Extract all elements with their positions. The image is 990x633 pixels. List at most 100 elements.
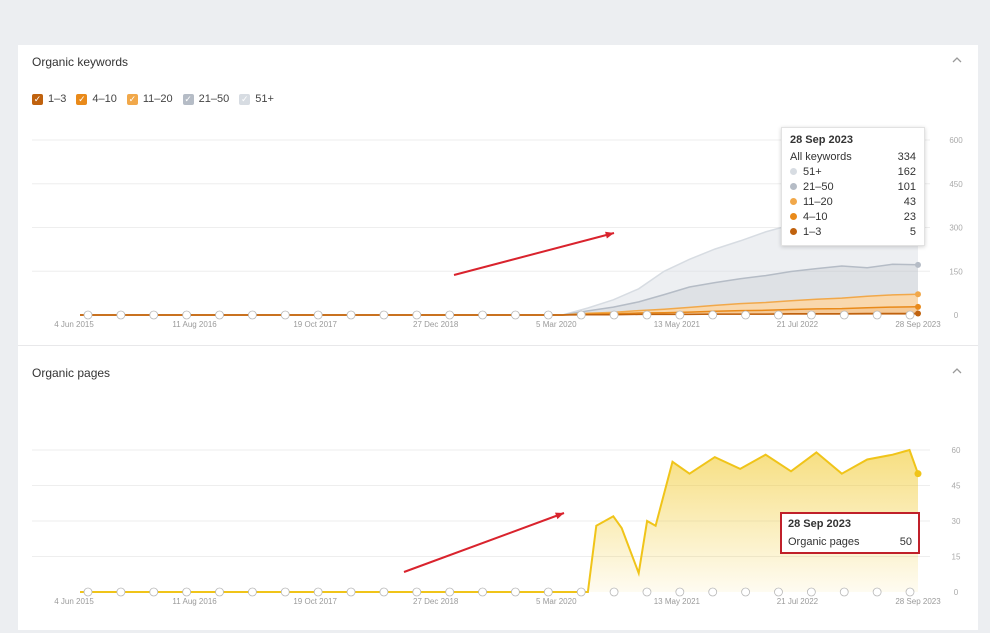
tooltip-row-value: 43 (903, 195, 916, 208)
y-tick-label: 450 (949, 180, 963, 189)
update-marker-icon[interactable] (774, 310, 783, 320)
update-marker-icon[interactable] (182, 587, 192, 597)
update-marker-icon[interactable] (116, 587, 126, 597)
update-marker-icon[interactable] (774, 587, 783, 597)
update-marker-icon[interactable] (215, 310, 224, 320)
x-tick-label: 21 Jul 2022 (777, 320, 819, 329)
update-marker-icon[interactable] (412, 587, 422, 597)
update-marker-icon[interactable] (609, 587, 619, 597)
y-tick-label: 30 (952, 517, 961, 526)
annotation-arrow (403, 512, 565, 573)
update-marker-icon[interactable] (478, 310, 487, 320)
update-marker-icon[interactable] (609, 310, 619, 320)
update-marker-icon[interactable] (576, 310, 586, 320)
update-marker-icon[interactable] (215, 587, 224, 597)
tooltip-row-value: 334 (897, 150, 916, 163)
update-marker-icon[interactable] (412, 310, 422, 320)
tooltip-date: 28 Sep 2023 (790, 134, 853, 146)
update-marker-icon[interactable] (280, 310, 290, 320)
x-tick-label: 28 Sep 2023 (895, 597, 941, 606)
update-marker-icon[interactable] (708, 587, 718, 597)
update-marker-icon[interactable] (379, 587, 389, 597)
tooltip-row: 4–10 23 (790, 209, 916, 224)
series-dot-icon (790, 198, 797, 206)
tooltip-label: Organic pages (788, 536, 860, 548)
update-marker-icon[interactable] (511, 587, 520, 597)
update-marker-icon[interactable] (839, 310, 849, 320)
x-tick-label: 19 Oct 2017 (293, 320, 337, 329)
series-point[interactable] (915, 291, 921, 298)
tooltip-row-label: 1–3 (803, 225, 822, 238)
update-marker-icon[interactable] (445, 310, 455, 320)
update-marker-icon[interactable] (346, 310, 356, 320)
update-marker-icon[interactable] (313, 310, 323, 320)
chart-card: Organic keywords ✓ 1–3 ✓ 4–10 ✓ 11–20 ✓ 21–50 ✓ 5… (18, 45, 978, 630)
update-marker-icon[interactable] (741, 310, 750, 320)
update-marker-icon[interactable] (379, 310, 389, 320)
update-marker-icon[interactable] (346, 587, 356, 597)
y-tick-label: 60 (952, 446, 961, 455)
update-marker-icon[interactable] (905, 310, 915, 320)
y-tick-label: 15 (952, 553, 961, 562)
tooltip-row: 21–50 101 (790, 179, 916, 194)
update-marker-icon[interactable] (83, 587, 93, 597)
x-tick-label: 28 Sep 2023 (895, 320, 941, 329)
y-tick-label: 0 (954, 588, 959, 597)
x-tick-label: 19 Oct 2017 (293, 597, 337, 606)
x-tick-label: 11 Aug 2016 (172, 320, 217, 329)
x-tick-label: 13 May 2021 (654, 597, 701, 606)
x-tick-label: 5 Mar 2020 (536, 320, 577, 329)
x-tick-label: 27 Dec 2018 (413, 320, 459, 329)
update-marker-icon[interactable] (642, 310, 652, 320)
update-marker-icon[interactable] (741, 587, 750, 597)
update-marker-icon[interactable] (83, 310, 93, 320)
update-marker-icon[interactable] (182, 310, 192, 320)
tooltip-row: 11–20 43 (790, 194, 916, 209)
x-tick-label: 27 Dec 2018 (413, 597, 459, 606)
update-marker-icon[interactable] (872, 310, 882, 320)
update-marker-icon[interactable] (149, 587, 159, 597)
update-marker-icon[interactable] (905, 587, 915, 597)
update-marker-icon[interactable] (839, 587, 849, 597)
tooltip-row-label: 51+ (803, 165, 822, 178)
update-marker-icon[interactable] (313, 587, 323, 597)
update-marker-icon[interactable] (543, 587, 553, 597)
y-tick-label: 150 (949, 267, 963, 276)
series-point[interactable] (915, 310, 921, 317)
tooltip-row: 51+ 162 (790, 164, 916, 179)
update-marker-icon[interactable] (247, 587, 257, 597)
update-marker-icon[interactable] (445, 587, 455, 597)
annotation-arrow (453, 232, 615, 276)
x-tick-label: 11 Aug 2016 (172, 597, 217, 606)
update-marker-icon[interactable] (511, 310, 520, 320)
update-marker-icon[interactable] (543, 310, 553, 320)
y-tick-label: 300 (949, 224, 963, 233)
update-marker-icon[interactable] (478, 587, 487, 597)
tooltip-row: All keywords 334 (790, 149, 916, 164)
update-marker-icon[interactable] (675, 587, 685, 597)
update-marker-icon[interactable] (675, 310, 685, 320)
tooltip-row: 1–3 5 (790, 224, 916, 239)
x-tick-label: 5 Mar 2020 (536, 597, 577, 606)
series-point[interactable] (915, 303, 921, 310)
annotation-arrow-head (555, 512, 564, 520)
update-marker-icon[interactable] (247, 310, 257, 320)
tooltip-row-value: 5 (909, 225, 916, 238)
update-marker-icon[interactable] (149, 310, 159, 320)
update-marker-icon[interactable] (280, 587, 290, 597)
update-marker-icon[interactable] (806, 310, 816, 320)
update-marker-icon[interactable] (708, 310, 718, 320)
keywords-tooltip: 28 Sep 2023 All keywords 334 51+ 162 21–50 10… (781, 127, 925, 246)
update-marker-icon[interactable] (576, 587, 586, 597)
tooltip-date: 28 Sep 2023 (788, 518, 851, 530)
series-dot-icon (790, 168, 797, 176)
update-marker-icon[interactable] (116, 310, 126, 320)
update-marker-icon[interactable] (642, 587, 652, 597)
series-dot-icon (790, 213, 797, 221)
series-dot-icon (790, 228, 797, 236)
update-marker-icon[interactable] (872, 587, 882, 597)
tooltip-row-value: 23 (903, 210, 916, 223)
series-point[interactable] (915, 261, 921, 268)
series-point[interactable] (914, 470, 922, 478)
update-marker-icon[interactable] (806, 587, 816, 597)
